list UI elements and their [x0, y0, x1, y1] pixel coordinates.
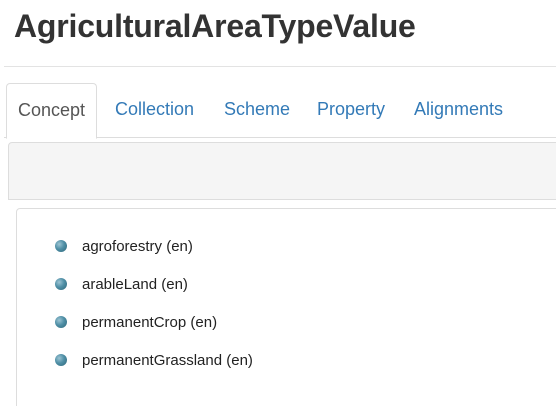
tab-bar: Concept Collection Scheme Property Align… [4, 83, 556, 139]
bullet-icon [55, 316, 67, 328]
list-item[interactable]: permanentCrop (en) [55, 303, 253, 341]
concept-list: agroforestry (en) arableLand (en) perman… [55, 227, 253, 379]
page: AgriculturalAreaTypeValue Concept Collec… [0, 0, 556, 406]
concept-label[interactable]: arableLand (en) [82, 276, 188, 293]
concept-label[interactable]: agroforestry (en) [82, 238, 193, 255]
list-item[interactable]: agroforestry (en) [55, 227, 253, 265]
bullet-icon [55, 354, 67, 366]
bullet-icon [55, 278, 67, 290]
concept-label[interactable]: permanentGrassland (en) [82, 352, 253, 369]
tab-collection[interactable]: Collection [115, 83, 194, 136]
list-item[interactable]: permanentGrassland (en) [55, 341, 253, 379]
concept-panel: agroforestry (en) arableLand (en) perman… [16, 208, 556, 406]
bullet-icon [55, 240, 67, 252]
concept-label[interactable]: permanentCrop (en) [82, 314, 217, 331]
tab-alignments[interactable]: Alignments [414, 83, 503, 136]
tab-property[interactable]: Property [317, 83, 385, 136]
list-item[interactable]: arableLand (en) [55, 265, 253, 303]
tab-concept[interactable]: Concept [6, 83, 98, 139]
page-title: AgriculturalAreaTypeValue [14, 8, 416, 44]
tab-scheme[interactable]: Scheme [224, 83, 290, 136]
title-divider [4, 66, 556, 67]
panel-header [8, 142, 556, 200]
